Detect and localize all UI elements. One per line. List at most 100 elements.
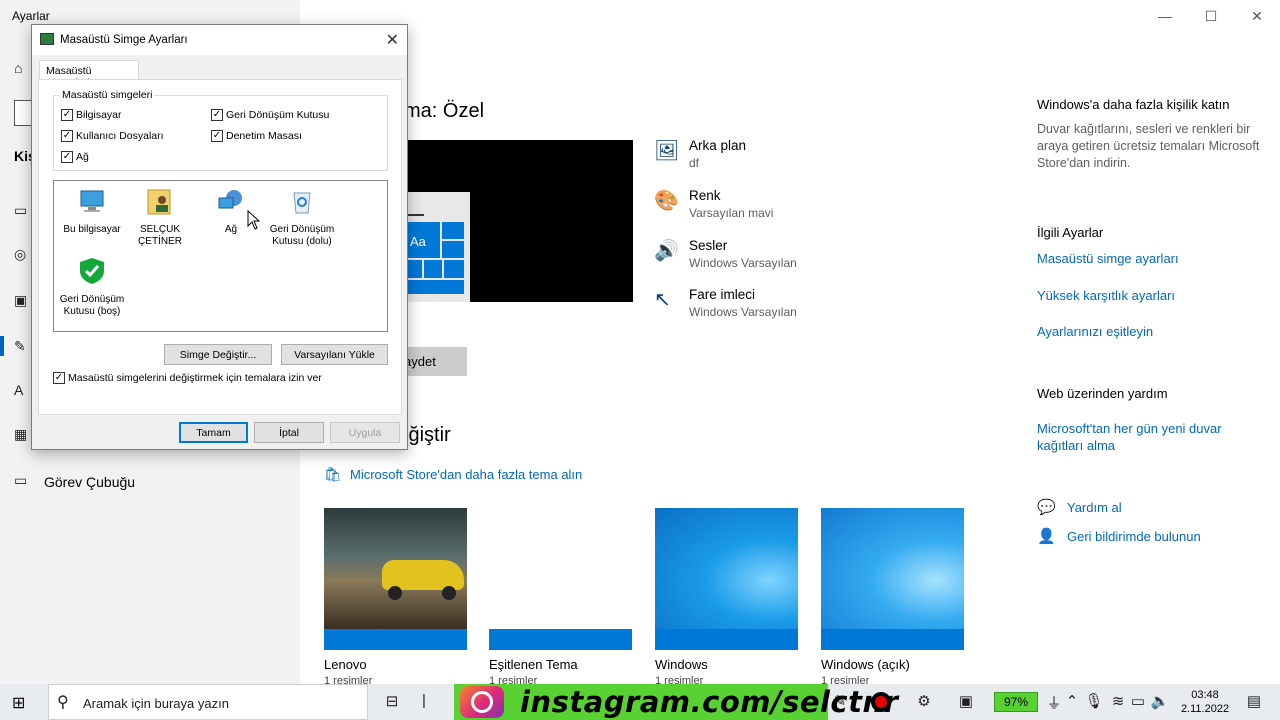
lockscreen-icon[interactable]: ▣ xyxy=(14,292,32,310)
tab-desktop-icons[interactable]: Masaüstü Simgeleri xyxy=(39,60,139,89)
start-icon[interactable]: ▦ xyxy=(14,426,32,444)
checkbox-label: Bilgisayar xyxy=(76,109,122,121)
store-link[interactable]: Microsoft Store'dan daha fazla tema alın xyxy=(350,467,582,482)
icon-recycle-empty[interactable]: Geri Dönüşüm Kutusu (boş) xyxy=(54,256,130,318)
save-theme-button[interactable]: aydet xyxy=(404,347,467,376)
check-icon[interactable]: ✓ xyxy=(53,372,65,384)
theme-card-windows[interactable]: Windows 1 resimler xyxy=(655,508,798,687)
selected-indicator xyxy=(0,336,4,356)
close-icon[interactable]: ✕ xyxy=(386,30,399,50)
link-get-help[interactable]: Yardım al xyxy=(1067,499,1280,516)
theme-name: Eşitlenen Tema xyxy=(489,657,578,672)
preview-sample-text: Aa xyxy=(410,234,426,249)
prop-cursor[interactable]: ↖ Fare imleci Windows Varsayılan xyxy=(654,287,984,337)
task-view-icon[interactable]: ⊟ xyxy=(382,692,402,712)
prop-color[interactable]: 🎨 Renk Varsayılan mavi xyxy=(654,188,984,238)
checkbox-network[interactable]: ✓ Ağ xyxy=(61,151,89,163)
prop-title: Renk xyxy=(689,188,721,203)
clock[interactable]: 03:48 2.11.2022 xyxy=(1180,688,1230,716)
tab-panel: Masaüstü simgeleri ✓ Bilgisayar ✓ Geri D… xyxy=(38,79,402,415)
theme-accent-bar xyxy=(655,629,798,650)
shield-check-icon xyxy=(80,258,104,284)
icon-this-pc[interactable]: Bu bilgisayar xyxy=(54,186,130,236)
link-desktop-icon-settings[interactable]: Masaüstü simge ayarları xyxy=(1037,250,1257,267)
checkbox-user-files[interactable]: ✓ Kullanıcı Dosyaları xyxy=(61,130,164,142)
prop-background[interactable]: 🖼 Arka plan df xyxy=(654,138,984,188)
checkbox-allow-themes[interactable]: ✓ Masaüstü simgelerini değiştirmek için … xyxy=(53,372,322,384)
check-icon[interactable]: ✓ xyxy=(61,109,73,121)
sidebar-item-taskbar[interactable]: Görev Çubuğu xyxy=(44,474,135,490)
prop-sounds[interactable]: 🔊 Sesler Windows Varsayılan xyxy=(654,238,984,288)
link-feedback[interactable]: Geri bildirimde bulunun xyxy=(1067,528,1280,545)
speaker-icon: 🔊 xyxy=(654,240,679,262)
monitor-icon xyxy=(40,33,54,45)
cancel-button[interactable]: İptal xyxy=(254,422,324,443)
mouse-cursor-icon xyxy=(247,210,261,230)
themes-icon[interactable]: ✎ xyxy=(14,338,32,356)
theme-thumbnail xyxy=(324,508,467,629)
checkbox-control-panel[interactable]: ✓ Denetim Masası xyxy=(211,130,302,142)
volume-icon[interactable]: 🔈 xyxy=(1150,692,1170,712)
prop-value: Windows Varsayılan xyxy=(689,305,797,319)
change-icon-button[interactable]: Simge Değiştir... xyxy=(164,344,272,365)
prop-value: Windows Varsayılan xyxy=(689,256,797,270)
record-icon[interactable] xyxy=(871,692,891,712)
ok-button[interactable]: Tamam xyxy=(179,422,248,443)
checkbox-recycle-bin[interactable]: ✓ Geri Dönüşüm Kutusu xyxy=(211,109,329,121)
theme-thumbnail xyxy=(821,508,964,629)
window-controls: — ☐ ✕ xyxy=(1142,0,1280,32)
windows-start-icon[interactable]: ⊞ xyxy=(12,693,25,713)
check-icon[interactable]: ✓ xyxy=(211,130,223,142)
icon-recycle-full[interactable]: Geri Dönüşüm Kutusu (dolu) xyxy=(264,186,340,248)
theme-name: Lenovo xyxy=(324,657,367,672)
close-button[interactable]: ✕ xyxy=(1234,0,1280,32)
promo-text: Duvar kağıtlarını, sesleri ve renkleri b… xyxy=(1037,122,1260,170)
microphone-icon[interactable]: 🎙 xyxy=(1084,692,1104,712)
icon-user-files[interactable]: SELÇUK ÇETİNER xyxy=(122,186,198,248)
battery-icon[interactable]: ▭ xyxy=(1128,692,1148,712)
fonts-icon[interactable]: A xyxy=(14,382,32,400)
background-icon[interactable]: ▭ xyxy=(14,202,32,220)
apply-button[interactable]: Uygula xyxy=(330,422,400,443)
wifi-icon[interactable]: ≋ xyxy=(1108,692,1128,712)
check-icon[interactable]: ✓ xyxy=(61,130,73,142)
chevron-up-icon[interactable]: ⌃ xyxy=(1062,692,1082,712)
related-heading: İlgili Ayarlar xyxy=(1037,225,1104,240)
monitor-app-icon[interactable]: ▣ xyxy=(956,692,976,712)
restore-default-button[interactable]: Varsayılanı Yükle xyxy=(281,344,388,365)
link-high-contrast[interactable]: Yüksek karşıtlık ayarları xyxy=(1037,287,1257,304)
theme-preview: Aa xyxy=(404,140,633,302)
checkbox-computer[interactable]: ✓ Bilgisayar xyxy=(61,109,122,121)
theme-thumbnail xyxy=(489,508,632,629)
promo-heading: Windows'a daha fazla kişilik katın xyxy=(1037,97,1230,112)
dialog-titlebar[interactable]: Masaüstü Simge Ayarları ✕ xyxy=(32,25,407,55)
notification-icon[interactable]: ▤ xyxy=(1244,692,1264,712)
link-daily-wallpapers[interactable]: Microsoft'tan her gün yeni duvar kağıtla… xyxy=(1037,420,1257,454)
theme-accent-bar xyxy=(821,629,964,650)
prop-value: df xyxy=(689,156,700,170)
image-icon: 🖼 xyxy=(654,140,680,162)
feedback-icon: 👤 xyxy=(1037,528,1056,545)
taskbar-search[interactable]: ⚲ Aramak için buraya yazın xyxy=(48,684,368,720)
maximize-button[interactable]: ☐ xyxy=(1188,0,1234,32)
minimize-button[interactable]: — xyxy=(1142,0,1188,32)
time: 03:48 xyxy=(1191,689,1219,701)
prop-title: Fare imleci xyxy=(689,287,756,302)
check-icon[interactable]: ✓ xyxy=(211,109,223,121)
checkbox-label: Geri Dönüşüm Kutusu xyxy=(226,109,330,121)
help-icon: 💬 xyxy=(1037,499,1056,516)
computer-icon xyxy=(80,190,104,212)
instagram-banner: instagram.com/selctnr xyxy=(454,684,898,720)
theme-card-synced[interactable]: Eşitlenen Tema 1 resimler xyxy=(489,508,632,687)
theme-card-windows-light[interactable]: Windows (açık) 1 resimler xyxy=(821,508,964,687)
settings-gear-icon[interactable]: ⚙ xyxy=(914,692,934,712)
icon-list: Bu bilgisayar SELÇUK ÇETİNER Ağ Geri Dön… xyxy=(53,180,388,332)
checkbox-label: Kullanıcı Dosyaları xyxy=(76,130,164,142)
check-icon[interactable]: ✓ xyxy=(61,151,73,163)
link-sync-settings[interactable]: Ayarlarınızı eşitleyin xyxy=(1037,323,1257,340)
home-icon[interactable]: ⌂ xyxy=(14,60,32,78)
taskbar-settings-icon[interactable]: ▭ xyxy=(14,472,32,490)
web-help-heading: Web üzerinden yardım xyxy=(1037,386,1168,401)
color-icon[interactable]: ◎ xyxy=(14,246,32,264)
theme-card-lenovo[interactable]: Lenovo 1 resimler xyxy=(324,508,467,687)
